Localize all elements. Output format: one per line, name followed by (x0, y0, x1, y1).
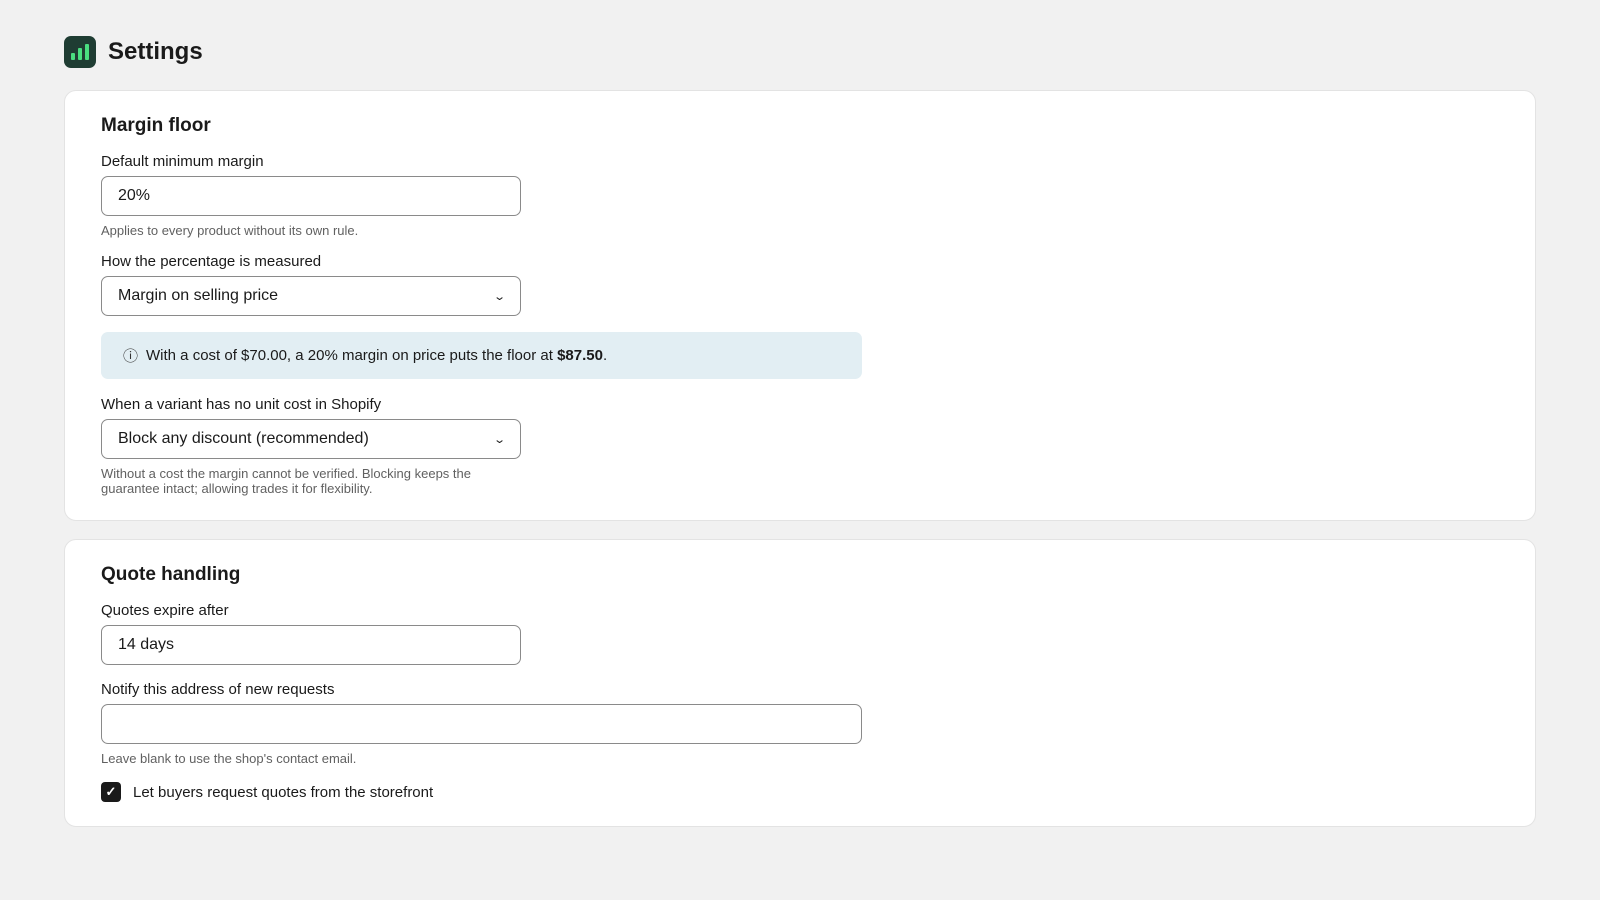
expire-label: Quotes expire after (101, 602, 229, 619)
storefront-checkbox-label: Let buyers request quotes from the store… (133, 783, 434, 801)
no-cost-help: Without a cost the margin cannot be veri… (101, 466, 471, 496)
floor-amount: $87.50 (557, 347, 603, 364)
default-margin-input[interactable]: 20% (101, 176, 521, 216)
info-banner: ⓘ With a cost of $70.00, a 20% margin on… (101, 332, 862, 379)
default-margin-value: 20% (118, 187, 151, 204)
no-cost-select[interactable]: Block any discount (recommended) ⌄ (101, 419, 521, 459)
bar-chart-icon (64, 36, 96, 68)
notify-help: Leave blank to use the shop's contact em… (101, 751, 357, 766)
quote-handling-card: Quote handling Quotes expire after 14 da… (64, 539, 1536, 827)
expire-input[interactable]: 14 days (101, 625, 521, 665)
chevron-down-icon: ⌄ (492, 433, 506, 446)
no-cost-label: When a variant has no unit cost in Shopi… (101, 396, 382, 413)
margin-floor-title: Margin floor (101, 115, 211, 136)
default-margin-help: Applies to every product without its own… (101, 223, 359, 238)
info-icon: ⓘ (123, 348, 139, 365)
default-margin-label: Default minimum margin (101, 153, 264, 170)
page-header: Settings (64, 36, 203, 68)
measure-selected: Margin on selling price (118, 287, 279, 304)
margin-floor-card: Margin floor Default minimum margin 20% … (64, 90, 1536, 521)
measure-select[interactable]: Margin on selling price ⌄ (101, 276, 521, 316)
no-cost-selected: Block any discount (recommended) (118, 430, 369, 447)
storefront-checkbox-row[interactable]: ✓ Let buyers request quotes from the sto… (101, 782, 1499, 802)
measure-label: How the percentage is measured (101, 253, 322, 270)
notify-label: Notify this address of new requests (101, 681, 335, 698)
quote-handling-title: Quote handling (101, 564, 241, 585)
expire-value: 14 days (118, 636, 175, 653)
chevron-down-icon: ⌄ (492, 290, 506, 303)
info-text: With a cost of $70.00, a 20% margin on p… (146, 347, 608, 364)
page-title: Settings (108, 38, 203, 65)
checkbox-checked-icon[interactable]: ✓ (101, 782, 121, 802)
notify-email-input[interactable] (101, 704, 862, 744)
